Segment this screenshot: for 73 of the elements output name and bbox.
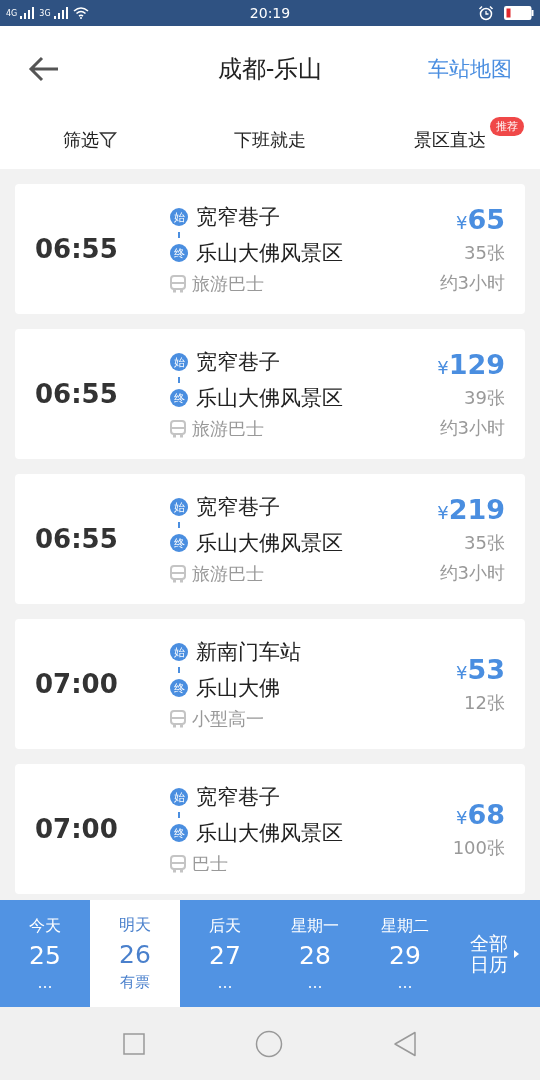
end-marker: 终 <box>170 824 188 842</box>
start-station: 新南门车站 <box>196 639 301 666</box>
network-label: 3G <box>39 8 51 18</box>
date-tab[interactable]: 明天 26 有票 <box>90 900 180 1007</box>
bus-icon <box>170 855 186 873</box>
trip-duration: 约3小时 <box>439 415 505 440</box>
tickets-left: 12张 <box>464 690 505 715</box>
trip-card[interactable]: 07:00 始 新南门车站 终 乐山大佛 小型高一 ¥53 12张 <box>15 619 525 749</box>
end-station: 乐山大佛风景区 <box>196 385 343 412</box>
trip-card[interactable]: 06:55 始 宽窄巷子 终 乐山大佛风景区 旅游巴士 ¥219 35张 约3小时 <box>15 474 525 604</box>
tickets-left: 35张 <box>464 530 505 555</box>
caret-icon <box>514 949 520 958</box>
end-marker: 终 <box>170 244 188 262</box>
start-marker: 始 <box>170 788 188 806</box>
start-marker: 始 <box>170 498 188 516</box>
bus-icon <box>170 710 186 728</box>
tickets-left: 100张 <box>452 835 505 860</box>
back-icon[interactable] <box>393 1030 417 1057</box>
start-marker: 始 <box>170 208 188 226</box>
trip-duration: 约3小时 <box>439 270 505 295</box>
alarm-icon <box>478 5 494 21</box>
start-station: 宽窄巷子 <box>196 494 280 521</box>
end-marker: 终 <box>170 679 188 697</box>
back-button[interactable] <box>28 55 60 82</box>
start-marker: 始 <box>170 643 188 661</box>
ticket-price: ¥219 <box>437 493 505 525</box>
vehicle-type: 旅游巴士 <box>192 417 264 441</box>
end-station: 乐山大佛风景区 <box>196 530 343 557</box>
vehicle-type: 旅游巴士 <box>192 562 264 586</box>
end-marker: 终 <box>170 389 188 407</box>
network-label: 4G <box>6 8 18 18</box>
trip-card[interactable]: 07:00 始 宽窄巷子 终 乐山大佛风景区 巴士 ¥68 100张 <box>15 764 525 894</box>
signal-icon <box>20 7 37 19</box>
vehicle-type: 旅游巴士 <box>192 272 264 296</box>
start-station: 宽窄巷子 <box>196 784 280 811</box>
vehicle-type: 小型高一 <box>192 707 264 731</box>
departure-time: 07:00 <box>35 669 119 699</box>
tickets-left: 39张 <box>464 385 505 410</box>
filter-tab[interactable]: 下班就走 <box>234 128 306 152</box>
ticket-price: ¥65 <box>455 203 505 235</box>
filter-tab[interactable]: 筛选 <box>63 128 117 152</box>
signal-icon <box>53 7 70 19</box>
end-station: 乐山大佛风景区 <box>196 240 343 267</box>
filter-tab[interactable]: 景区直达 <box>414 128 486 152</box>
recent-apps-icon[interactable] <box>123 1032 145 1055</box>
tickets-left: 35张 <box>464 240 505 265</box>
end-station: 乐山大佛风景区 <box>196 820 343 847</box>
wifi-icon <box>72 7 89 19</box>
start-marker: 始 <box>170 353 188 371</box>
filter-icon <box>99 131 117 149</box>
ticket-price: ¥129 <box>437 348 505 380</box>
battery-icon <box>504 6 534 20</box>
end-marker: 终 <box>170 534 188 552</box>
vehicle-type: 巴士 <box>192 852 228 876</box>
departure-time: 06:55 <box>35 234 119 264</box>
trip-card[interactable]: 06:55 始 宽窄巷子 终 乐山大佛风景区 旅游巴士 ¥129 39张 约3小时 <box>15 329 525 459</box>
end-station: 乐山大佛 <box>196 675 280 702</box>
ticket-price: ¥53 <box>455 653 505 685</box>
page-title: 成都-乐山 <box>217 53 323 85</box>
bus-icon <box>170 275 186 293</box>
start-station: 宽窄巷子 <box>196 204 280 231</box>
ticket-price: ¥68 <box>455 798 505 830</box>
bus-icon <box>170 420 186 438</box>
status-time: 20:19 <box>249 5 291 21</box>
bus-icon <box>170 565 186 583</box>
recommend-badge: 推荐 <box>490 117 524 136</box>
departure-time: 07:00 <box>35 814 119 844</box>
trip-duration: 约3小时 <box>439 560 505 585</box>
trip-card[interactable]: 06:55 始 宽窄巷子 终 乐山大佛风景区 旅游巴士 ¥65 35张 约3小时 <box>15 184 525 314</box>
departure-time: 06:55 <box>35 524 119 554</box>
departure-time: 06:55 <box>35 379 119 409</box>
start-station: 宽窄巷子 <box>196 349 280 376</box>
home-icon[interactable] <box>255 1029 283 1058</box>
